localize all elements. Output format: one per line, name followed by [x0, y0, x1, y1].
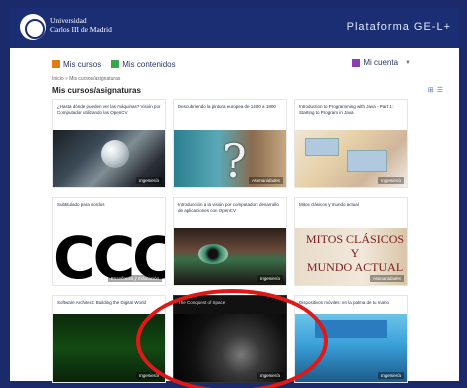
course-title[interactable]: Descubriendo la pintura europea de 1400 … — [174, 100, 286, 130]
list-view-icon[interactable]: ☰ — [437, 86, 443, 94]
eye-image — [198, 244, 228, 264]
course-image[interactable]: Ingeniería — [53, 130, 165, 187]
university-line2: Carlos III de Madrid — [50, 25, 112, 34]
course-card[interactable]: ¿Hasta dónde pueden ver las máquinas? Vi… — [52, 99, 166, 188]
grid-view-icon[interactable]: ⊞ — [428, 86, 434, 94]
account-label: Mi cuenta — [363, 58, 399, 67]
courses-icon — [52, 60, 60, 68]
mitos-line2: Y — [350, 246, 360, 260]
top-nav: Mis cursos Mis contenidos — [52, 58, 176, 70]
course-card[interactable]: Introducción a la visión por computador:… — [173, 197, 287, 286]
course-category: Humanidades — [249, 177, 283, 184]
question-mark-image: ? — [222, 134, 247, 187]
mitos-banner: MITOS CLÁSICOS Y MUNDO ACTUAL — [303, 232, 407, 274]
annotation-circle — [136, 289, 328, 388]
course-card[interactable]: Descubriendo la pintura europea de 1400 … — [173, 99, 287, 188]
course-image[interactable]: MITOS CLÁSICOS Y MUNDO ACTUAL Humanidade… — [295, 228, 407, 285]
mitos-line1: MITOS CLÁSICOS — [305, 232, 405, 246]
account-menu[interactable]: Mi cuenta ▼ — [352, 58, 411, 67]
code-window-image — [347, 150, 387, 172]
course-card[interactable]: Mitos clásicos y mundo actual MITOS CLÁS… — [294, 197, 408, 286]
nav-my-courses[interactable]: Mis cursos — [52, 60, 101, 69]
course-category: Ingeniería — [256, 275, 283, 282]
mitos-line3: MUNDO ACTUAL — [306, 260, 404, 274]
course-title[interactable]: Introduction to Programming with Java - … — [295, 100, 407, 130]
course-category: Ingeniería — [377, 372, 404, 379]
chevron-down-icon: ▼ — [405, 59, 411, 66]
course-title[interactable]: Software Architect: Building the Digital… — [53, 296, 165, 314]
nav-my-courses-label: Mis cursos — [63, 59, 102, 69]
course-image[interactable]: Ingeniería — [295, 130, 407, 187]
course-image[interactable]: Ingeniería — [174, 228, 286, 285]
course-category: Enseñanza y Educación — [107, 275, 162, 282]
course-title[interactable]: Subtitulado para sordos — [53, 198, 165, 228]
platform-title: Plataforma GE-L+ — [346, 21, 451, 33]
nav-my-contents-label: Mis contenidos — [122, 59, 176, 69]
breadcrumb[interactable]: Inicio » Mis cursos/asignaturas — [52, 76, 120, 82]
university-line1: Universidad — [50, 16, 87, 25]
university-name: Universidad Carlos III de Madrid — [50, 16, 112, 34]
contents-icon — [111, 60, 120, 68]
site-header: Universidad Carlos III de Madrid Platafo… — [10, 8, 459, 48]
university-logo[interactable] — [20, 14, 46, 40]
course-title[interactable]: Mitos clásicos y mundo actual — [295, 198, 407, 228]
glass-sphere-image — [101, 140, 129, 168]
course-card[interactable]: Subtitulado para sordos CCC Enseñanza y … — [52, 197, 166, 286]
course-category: Ingeniería — [135, 177, 162, 184]
course-image[interactable]: ? Humanidades — [174, 130, 286, 187]
course-card[interactable]: Introduction to Programming with Java - … — [294, 99, 408, 188]
user-icon — [352, 58, 361, 67]
view-toggle: ⊞ ☰ — [428, 86, 443, 94]
course-image[interactable]: CCC Enseñanza y Educación — [53, 228, 165, 285]
page-title: Mis cursos/asignaturas — [52, 86, 141, 95]
nav-my-contents[interactable]: Mis contenidos — [111, 59, 176, 69]
code-window-image — [305, 138, 339, 156]
course-category: Ingeniería — [377, 177, 404, 184]
course-title[interactable]: ¿Hasta dónde pueden ver las máquinas? Vi… — [53, 100, 165, 130]
course-category: Humanidades — [370, 275, 404, 282]
course-title[interactable]: Introducción a la visión por computador:… — [174, 198, 286, 228]
